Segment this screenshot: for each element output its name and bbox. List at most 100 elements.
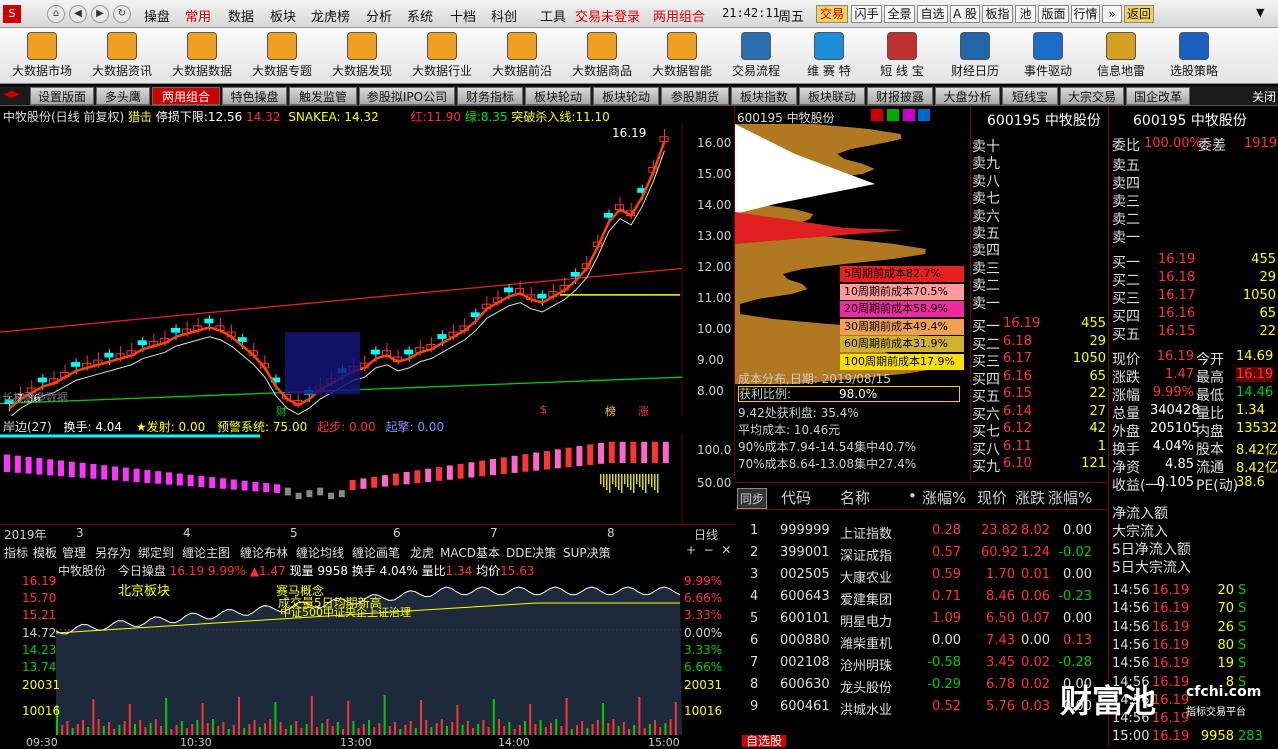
indicator-tab-4[interactable]: 绑定到: [138, 544, 174, 560]
toolbar-item-3[interactable]: 大数据专题: [242, 30, 322, 82]
tab-5[interactable]: 参股拟IPO公司: [359, 87, 455, 105]
toolbar-item-2[interactable]: 大数据数据: [162, 30, 242, 82]
table-row[interactable]: 6 000880 潍柴重机 0.00 7.43 0.00 0.13: [734, 630, 1106, 652]
tab-0[interactable]: 设置版面: [30, 87, 94, 105]
home-icon[interactable]: ⌂: [47, 5, 65, 23]
quote-sell-3[interactable]: 卖二: [1112, 209, 1140, 229]
quick-button-7[interactable]: 版面: [1038, 5, 1069, 23]
toolbar-item-10[interactable]: 维 赛 特: [793, 30, 865, 82]
tab-2[interactable]: 两用组合: [152, 87, 220, 105]
quick-button-1[interactable]: 闪手: [851, 5, 882, 23]
menu-item-trade-ops[interactable]: 操盘: [144, 6, 170, 25]
table-row[interactable]: 5 600101 明星电力 1.09 6.50 0.07 0.00: [734, 608, 1106, 630]
toolbar-item-9[interactable]: 交易流程: [720, 30, 792, 82]
table-row[interactable]: 8 600630 龙头股份 -0.29 6.78 0.02 0.00: [734, 674, 1106, 696]
table-row[interactable]: 3 002505 大康农业 0.59 1.70 0.01 0.00: [734, 564, 1106, 586]
buy-level-label-8[interactable]: 买九: [972, 456, 1000, 476]
menu-item-sector[interactable]: 板块: [270, 6, 296, 25]
quote-sell-1[interactable]: 卖四: [1112, 173, 1140, 193]
close-tabs-button[interactable]: 关闭: [1252, 88, 1276, 105]
menu-item-data[interactable]: 数据: [228, 6, 254, 25]
quote-buy-label-2[interactable]: 买三: [1112, 288, 1140, 308]
forward-icon[interactable]: ▶: [91, 5, 109, 23]
toolbar-item-0[interactable]: 大数据市场: [2, 30, 82, 82]
toolbar-item-6[interactable]: 大数据前沿: [482, 30, 562, 82]
menu-item-tools[interactable]: 工具: [540, 6, 566, 25]
quote-buy-label-1[interactable]: 买二: [1112, 270, 1140, 290]
indicator-tab-controls[interactable]: + − ✕: [686, 543, 731, 557]
tab-13[interactable]: 大盘分析: [935, 87, 1000, 105]
indicator-tab-9[interactable]: 龙虎: [410, 544, 434, 560]
quote-buy-label-4[interactable]: 买五: [1112, 324, 1140, 344]
table-row[interactable]: 4 600643 爱建集团 0.71 8.46 0.06 -0.23: [734, 586, 1106, 608]
indicator-tab-7[interactable]: 缠论均线: [296, 544, 344, 560]
table-row[interactable]: 2 399001 深证成指 0.57 60.92 1.24 -0.02: [734, 542, 1106, 564]
quote-sell-4[interactable]: 卖一: [1112, 227, 1140, 247]
dual-combo-link[interactable]: 两用组合: [653, 6, 705, 25]
tab-9[interactable]: 参股期货: [661, 87, 729, 105]
toolbar-item-11[interactable]: 短 线 宝: [866, 30, 938, 82]
tab-4[interactable]: 触发监管: [289, 87, 357, 105]
kline-title[interactable]: 中牧股份(日线 前复权): [3, 110, 124, 124]
indicator-tab-2[interactable]: 管理: [62, 544, 86, 560]
table-row[interactable]: 7 002108 沧州明珠 -0.58 3.45 0.02 -0.28: [734, 652, 1106, 674]
quick-button-0[interactable]: 交易: [816, 5, 848, 23]
refresh-icon[interactable]: ↻: [113, 5, 131, 23]
tab-scroll-left-icon[interactable]: ◀▶: [4, 89, 19, 100]
indicator-tab-1[interactable]: 模板: [33, 544, 57, 560]
event-dragon-marker[interactable]: 榜: [605, 403, 616, 419]
col-pct[interactable]: 涨幅%: [922, 487, 966, 508]
sell-level-9[interactable]: 卖一: [972, 293, 1000, 313]
toolbar-item-12[interactable]: 财经日历: [939, 30, 1011, 82]
toolbar-item-13[interactable]: 事件驱动: [1012, 30, 1084, 82]
quick-button-8[interactable]: 行情: [1071, 5, 1100, 23]
toolbar-item-8[interactable]: 大数据智能: [642, 30, 722, 82]
menu-item-ten-level[interactable]: 十档: [450, 6, 476, 25]
toolbar-item-7[interactable]: 大数据商品: [562, 30, 642, 82]
indicator-tab-6[interactable]: 缠论布林: [240, 544, 288, 560]
quote-sell-0[interactable]: 卖五: [1112, 155, 1140, 175]
menu-dropdown-icon[interactable]: ▼: [1256, 6, 1264, 19]
quick-button-3[interactable]: 自选: [917, 5, 948, 23]
tab-15[interactable]: 大宗交易: [1060, 87, 1124, 105]
sync-button[interactable]: 同步: [737, 488, 768, 509]
col-price[interactable]: 现价: [977, 487, 1007, 508]
tab-1[interactable]: 多头鹰: [96, 87, 150, 105]
toolbar-item-15[interactable]: 选股策略: [1158, 30, 1230, 82]
toolbar-item-14[interactable]: 信息地雷: [1085, 30, 1157, 82]
chip-tool-icons[interactable]: [871, 109, 931, 123]
menu-item-system[interactable]: 系统: [407, 6, 433, 25]
watchlist-tab[interactable]: 自选股: [742, 735, 787, 747]
back-icon[interactable]: ◀: [69, 5, 87, 23]
quick-button-4[interactable]: A 股: [950, 5, 980, 23]
col-change[interactable]: 涨跌: [1015, 487, 1045, 508]
quick-button-2[interactable]: 全景: [884, 5, 915, 23]
tab-3[interactable]: 特色操盘: [222, 87, 287, 105]
kline-chart[interactable]: [0, 124, 683, 416]
period-selector[interactable]: 日线: [694, 526, 718, 543]
menu-item-star-market[interactable]: 科创: [491, 6, 517, 25]
indicator-title[interactable]: 岸边(27): [3, 420, 52, 434]
indicator-tab-10[interactable]: MACD基本: [440, 544, 500, 560]
tab-14[interactable]: 短线宝: [1002, 87, 1058, 105]
col-code[interactable]: 代码: [781, 487, 811, 508]
toolbar-item-4[interactable]: 大数据发现: [322, 30, 402, 82]
trade-login-status[interactable]: 交易未登录: [575, 6, 640, 25]
indicator-tab-11[interactable]: DDE决策: [506, 544, 556, 560]
indicator-tab-12[interactable]: SUP决策: [563, 544, 611, 560]
tab-7[interactable]: 板块轮动: [525, 87, 591, 105]
event-finance-marker[interactable]: 财: [276, 403, 287, 419]
quote-sell-2[interactable]: 卖三: [1112, 191, 1140, 211]
indicator-tab-3[interactable]: 另存为: [95, 544, 131, 560]
event-dollar-marker[interactable]: $: [540, 403, 547, 416]
quick-button-9[interactable]: »: [1102, 5, 1122, 23]
table-row[interactable]: 9 600461 洪城水业 0.52 5.76 0.03 0.00: [734, 696, 1106, 718]
event-limitup-marker[interactable]: 涨: [638, 403, 649, 419]
menu-item-analysis[interactable]: 分析: [366, 6, 392, 25]
tab-10[interactable]: 板块指数: [731, 87, 797, 105]
tab-16[interactable]: 国企改革: [1126, 87, 1190, 105]
quick-button-5[interactable]: 板指: [982, 5, 1013, 23]
indicator-chart[interactable]: [0, 434, 683, 524]
col-pct2[interactable]: 涨幅%: [1048, 487, 1092, 508]
tab-6[interactable]: 财务指标: [457, 87, 523, 105]
